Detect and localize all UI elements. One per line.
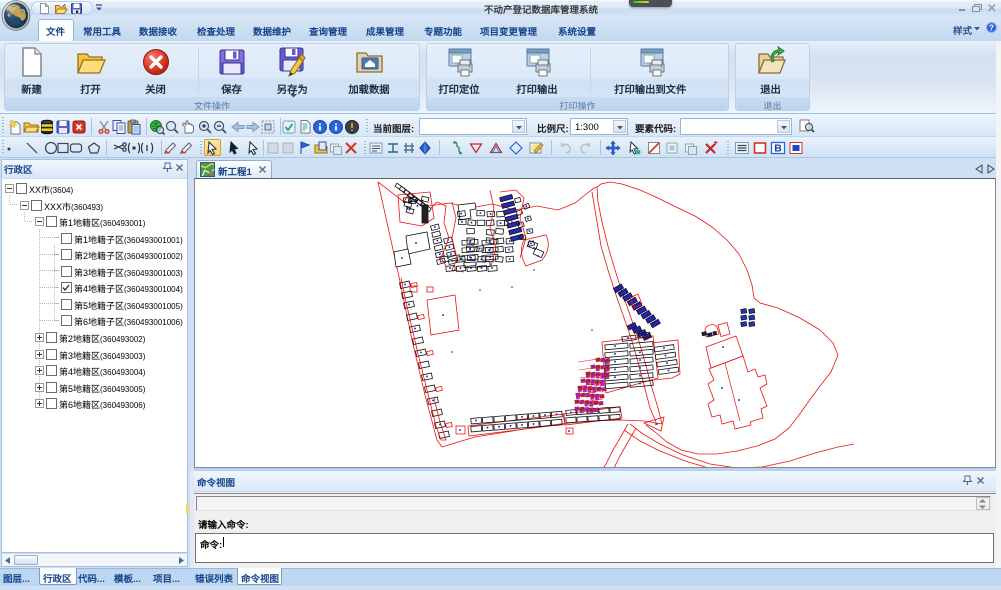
svg-text:B: B xyxy=(774,143,782,155)
svg-text:?: ? xyxy=(989,23,994,32)
